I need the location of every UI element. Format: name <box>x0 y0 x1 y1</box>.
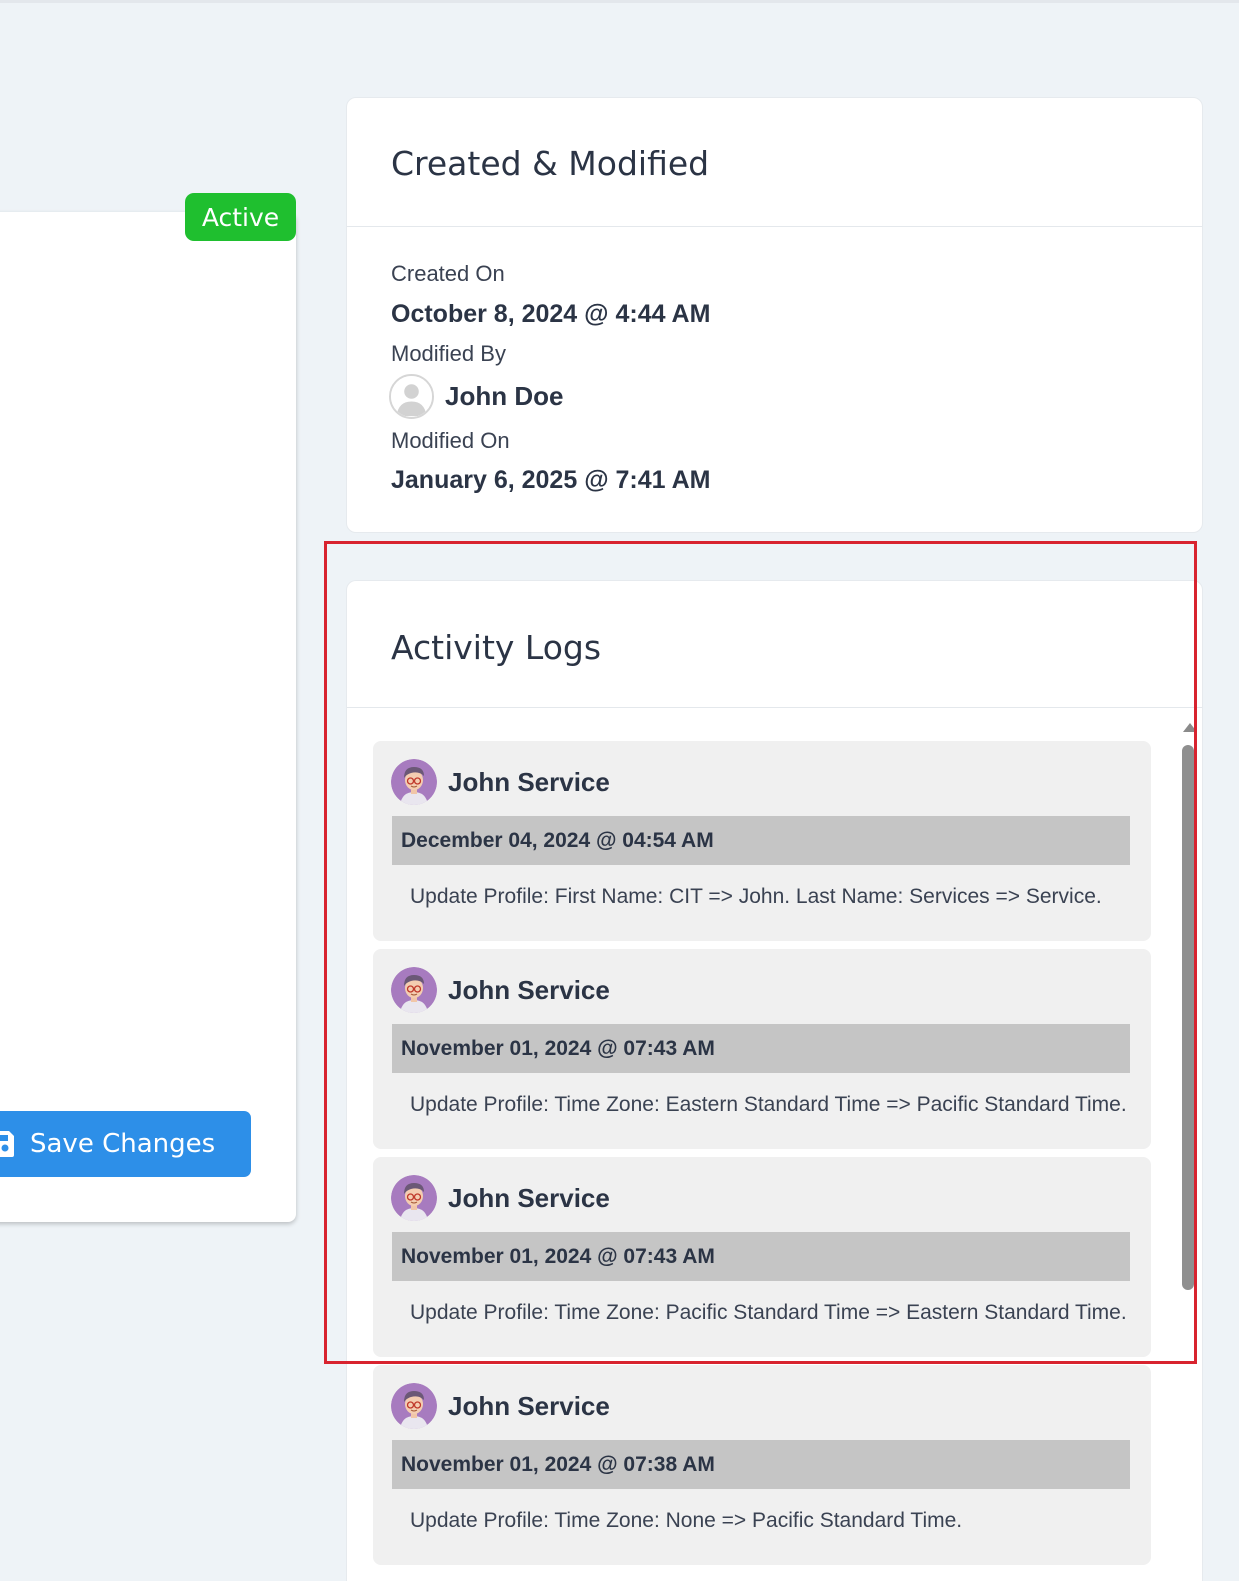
log-user[interactable]: John Service <box>448 767 610 798</box>
card-divider <box>347 707 1202 708</box>
service-avatar-icon <box>391 1175 437 1221</box>
activity-logs-card: Activity Logs John Service December 04, … <box>346 580 1203 1581</box>
log-header: John Service <box>391 1383 610 1429</box>
service-avatar-icon <box>391 759 437 805</box>
log-item: John Service November 01, 2024 @ 07:43 A… <box>373 949 1151 1149</box>
status-badge: Active <box>185 193 296 241</box>
profile-card <box>0 212 296 1222</box>
log-date: December 04, 2024 @ 04:54 AM <box>392 816 1130 865</box>
modified-by-name[interactable]: John Doe <box>445 381 563 412</box>
activity-log-list[interactable]: John Service December 04, 2024 @ 04:54 A… <box>347 715 1202 1581</box>
save-changes-label: Save Changes <box>30 1129 216 1159</box>
scroll-up-arrow[interactable] <box>1183 723 1197 732</box>
card-divider <box>347 226 1202 227</box>
activity-logs-title: Activity Logs <box>391 628 602 667</box>
log-header: John Service <box>391 967 610 1013</box>
log-description: Update Profile: Time Zone: Eastern Stand… <box>410 1093 1127 1116</box>
modified-by-user: John Doe <box>389 374 563 419</box>
service-avatar-icon <box>391 1383 437 1429</box>
scrollbar-thumb[interactable] <box>1182 745 1194 1290</box>
log-item: John Service November 01, 2024 @ 07:43 A… <box>373 1157 1151 1357</box>
log-user[interactable]: John Service <box>448 975 610 1006</box>
log-header: John Service <box>391 759 610 805</box>
log-item: John Service December 04, 2024 @ 04:54 A… <box>373 741 1151 941</box>
created-on-label: Created On <box>391 261 505 286</box>
save-icon <box>0 1131 14 1157</box>
created-modified-card: Created & Modified Created On October 8,… <box>346 97 1203 533</box>
top-border <box>0 0 1239 3</box>
log-date: November 01, 2024 @ 07:38 AM <box>392 1440 1130 1489</box>
log-description: Update Profile: Time Zone: None => Pacif… <box>410 1509 963 1532</box>
modified-by-label: Modified By <box>391 341 506 366</box>
service-avatar-icon <box>391 967 437 1013</box>
created-on-value: October 8, 2024 @ 4:44 AM <box>391 300 711 328</box>
save-changes-button[interactable]: Save Changes <box>0 1111 251 1177</box>
user-avatar-icon <box>389 374 434 419</box>
log-date: November 01, 2024 @ 07:43 AM <box>392 1024 1130 1073</box>
log-description: Update Profile: First Name: CIT => John.… <box>410 885 1102 908</box>
log-description: Update Profile: Time Zone: Pacific Stand… <box>410 1301 1127 1324</box>
modified-on-label: Modified On <box>391 428 510 453</box>
modified-on-value: January 6, 2025 @ 7:41 AM <box>391 466 711 494</box>
log-item: John Service November 01, 2024 @ 07:38 A… <box>373 1365 1151 1565</box>
created-modified-title: Created & Modified <box>391 144 710 183</box>
log-date: November 01, 2024 @ 07:43 AM <box>392 1232 1130 1281</box>
log-user[interactable]: John Service <box>448 1183 610 1214</box>
log-user[interactable]: John Service <box>448 1391 610 1422</box>
log-header: John Service <box>391 1175 610 1221</box>
